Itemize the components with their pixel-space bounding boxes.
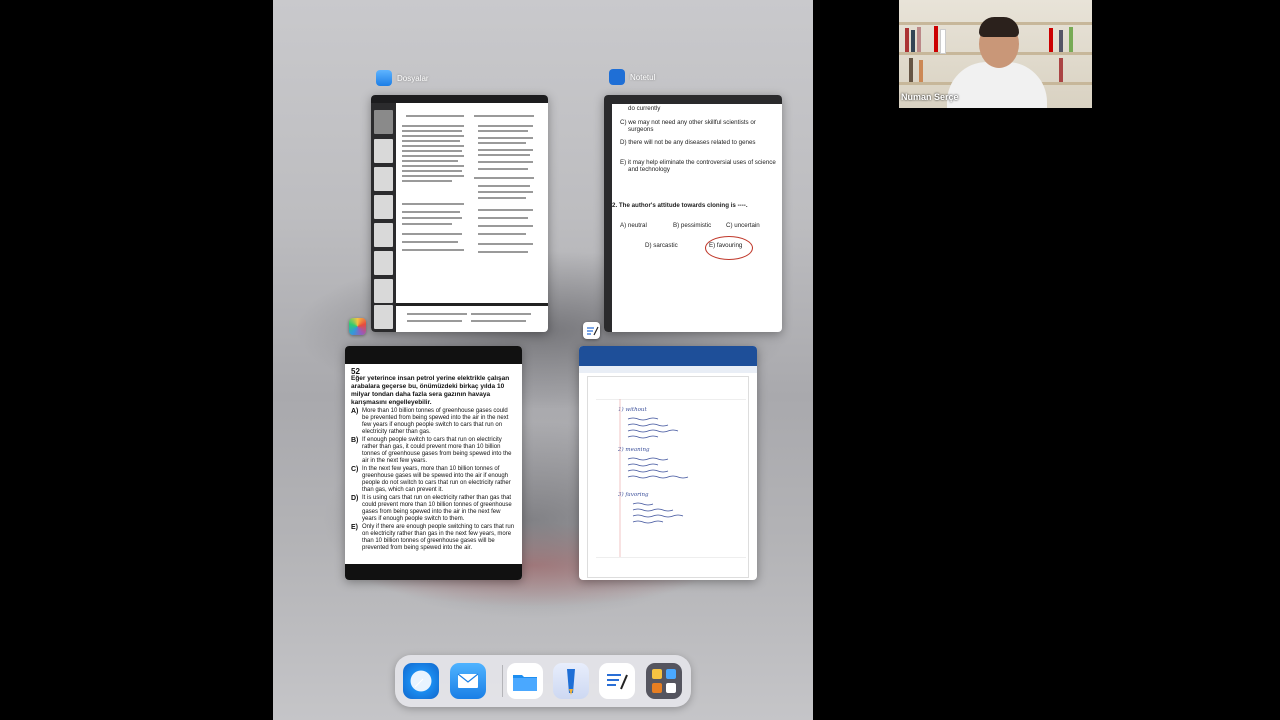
option: C) uncertain: [726, 222, 760, 229]
option-c[interactable]: C) In the next few years, more than 10 bi…: [351, 466, 515, 494]
page-thumbnails[interactable]: [371, 103, 396, 332]
app-label-files[interactable]: Dosyalar: [376, 70, 429, 86]
notetul-icon: [609, 69, 625, 85]
goodnotes-icon[interactable]: [599, 663, 635, 699]
note-line: E) it may help eliminate the controversi…: [620, 159, 776, 166]
option: A) neutral: [620, 222, 647, 229]
reader-toolbar: [345, 346, 522, 364]
page-divider: [396, 303, 548, 306]
option-e[interactable]: E) Only if there are enough people switch…: [351, 524, 515, 552]
files-toolbar: [371, 95, 548, 103]
option: D) sarcastic: [645, 242, 678, 249]
app-name: Notetul: [630, 72, 656, 82]
dock-separator: [502, 665, 503, 697]
question-window[interactable]: 52 Eğer yeterince insan petrol yerine el…: [345, 346, 522, 580]
note-line: surgeons: [628, 126, 654, 133]
mail-icon[interactable]: [450, 663, 486, 699]
question-stem: Eğer yeterince insan petrol yerine elekt…: [351, 375, 510, 406]
webcam-feed: Numan Serçe: [899, 0, 1092, 108]
person-hair: [979, 17, 1019, 37]
option-a[interactable]: A) More than 10 billion tonnes of greenho…: [351, 408, 515, 436]
note-line: D) there will not be any diseases relate…: [620, 139, 756, 146]
goodnotes-toolbar: [579, 346, 757, 366]
app-library-icon[interactable]: [646, 663, 682, 699]
photos-icon[interactable]: [349, 318, 366, 335]
pen-toolbar[interactable]: [579, 366, 757, 373]
note-line: C) we may not need any other skillful sc…: [620, 119, 756, 126]
reader-bottom-bar: [345, 564, 522, 580]
files-icon[interactable]: [507, 663, 543, 699]
question-stem: 2. The author's attitude towards cloning…: [612, 202, 748, 209]
notetul-window[interactable]: do currently C) we may not need any othe…: [604, 95, 782, 332]
goodnotes-icon[interactable]: [583, 322, 600, 339]
person: [947, 62, 1047, 108]
files-icon: [376, 70, 392, 86]
safari-icon[interactable]: [403, 663, 439, 699]
app-name: Dosyalar: [397, 73, 429, 83]
app-label-notetul[interactable]: Notetul: [609, 69, 655, 85]
files-window[interactable]: [371, 95, 548, 332]
question-content: 52 Eğer yeterince insan petrol yerine el…: [351, 368, 515, 552]
note-line: do currently: [628, 105, 661, 112]
handwriting-scribbles: [619, 399, 689, 557]
option-b[interactable]: B) If enough people switch to cars that r…: [351, 437, 515, 465]
option: B) pessimistic: [673, 222, 712, 229]
ipad-screen: Dosyalar Notetul do currently C) we may …: [273, 0, 813, 720]
drawing-tools[interactable]: [604, 104, 612, 332]
notes-toolbar: [604, 95, 782, 104]
notebook-page[interactable]: 1) without 2) meaning 3) favoring: [587, 376, 749, 578]
notetul-icon[interactable]: [553, 663, 589, 699]
participant-name: Numan Serçe: [901, 92, 959, 102]
dock: [395, 655, 691, 707]
goodnotes-window[interactable]: 1) without 2) meaning 3) favoring: [579, 346, 757, 580]
question-number: 52: [351, 367, 360, 376]
pdf-page: [398, 105, 546, 305]
option-d[interactable]: D) It is using cars that run on electrici…: [351, 495, 515, 523]
answer-circle: [705, 236, 753, 260]
note-line: and technology: [628, 166, 670, 173]
